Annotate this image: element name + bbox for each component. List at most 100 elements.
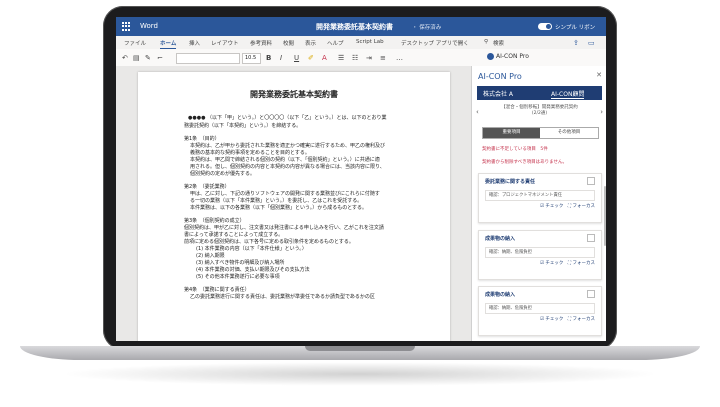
doc-line: ●●●● （以下「甲」という。）と〇〇〇〇（以下「乙」という。）とは、以下のとお… <box>188 115 387 121</box>
tab-other-items[interactable]: その他項目 <box>540 128 598 138</box>
doc-line: 前項に定める個別契約は、以下各号に定める取引条件を定めるものとする。 <box>184 239 354 245</box>
tab-search[interactable]: 検索 <box>493 39 504 47</box>
card-actions[interactable]: ☑ チェック ⛶ フォーカス <box>540 260 595 266</box>
doc-line: 甲は、乙に対し、下記の通りソフトウェアの開発に関する業務並びにこれらに付随す <box>190 191 380 197</box>
panel-header: AI-CON Pro <box>478 72 522 81</box>
delete-items-note: 契約書から削除すべき項目はありません。 <box>482 160 568 165</box>
font-color-icon[interactable]: A <box>322 54 327 62</box>
doc-line: 用される。但し、個別契約の内容と本契約の内容が異なる場合には、当該内容に限り、 <box>190 164 385 170</box>
document-area: 開発業務委託基本契約書 ●●●● （以下「甲」という。）と〇〇〇〇（以下「乙」と… <box>116 66 471 341</box>
word-screen: Word 開発業務委託基本契約書 ・ 保存済み シンプル リボン ファイル ホー… <box>116 17 606 341</box>
doc-line: 義務の基本的な契約事項を定めることを目的とする。 <box>190 150 310 156</box>
card-title: 成果物の納入 <box>485 292 516 298</box>
ai-con-addin-button[interactable]: AI-CON Pro <box>487 53 529 60</box>
tab-insert[interactable]: 挿入 <box>189 39 200 47</box>
doc-line: 第1条 （目的） <box>184 136 220 142</box>
contract-type: 【混合・個別移転】開発業務委託契約 (2/2通) <box>488 105 591 117</box>
card-actions[interactable]: ☑ チェック ⛶ フォーカス <box>540 316 595 322</box>
party-bar: 株式会社 A AI-CON顧問 <box>477 86 602 100</box>
doc-line: 本契約は、乙が甲から委託された業務を適正かつ確実に遂行するため、甲乙の権利及び <box>190 143 386 149</box>
doc-line: (5) その他本件業務遂行に必要な事項 <box>196 274 280 280</box>
indent-icon[interactable]: ⇥ <box>366 54 372 62</box>
title-bar: Word 開発業務委託基本契約書 ・ 保存済み シンプル リボン <box>116 17 606 36</box>
chevron-right-icon[interactable]: › <box>600 108 603 116</box>
comment-icon[interactable] <box>587 177 595 185</box>
undo-icon[interactable]: ↶ <box>122 54 128 62</box>
tab-script-lab[interactable]: Script Lab <box>356 39 384 45</box>
share-icon[interactable]: ⇪ <box>573 39 579 47</box>
comment-icon[interactable] <box>587 234 595 242</box>
card-actions[interactable]: ☑ チェック ⛶ フォーカス <box>540 203 595 209</box>
tab-layout[interactable]: レイアウト <box>211 39 239 47</box>
doc-line: (1) 本件業務の内容（以下「本件仕様」という。） <box>196 246 307 252</box>
ribbon-toolbar: ↶ ▤ ✎ ⌐ 10.5 B I U ✐ A ☰ ☷ ⇥ ≡ … AI-CON … <box>116 49 606 67</box>
doc-line: 個別契約の定めが優先する。 <box>190 171 256 177</box>
bullets-icon[interactable]: ☰ <box>338 54 344 62</box>
tab-references[interactable]: 参考資料 <box>250 39 272 47</box>
tab-home[interactable]: ホーム <box>160 39 177 49</box>
font-size-input[interactable]: 10.5 <box>242 53 261 64</box>
doc-line: 個別契約は、甲が乙に対し、注文書又は発注書による申し込みを行い、乙がこれを注文請 <box>184 225 384 231</box>
doc-line: 書によって承諾することによって成立する。 <box>184 232 284 238</box>
ribbon-tabs: ファイル ホーム 挿入 レイアウト 参考資料 校閲 表示 ヘルプ Script … <box>116 36 606 49</box>
card-body: 確認：プロジェクトマネジメント責任 <box>485 190 595 201</box>
comment-icon[interactable] <box>587 290 595 298</box>
card-body: 確認：納期、危険負担 <box>485 247 595 258</box>
document-page[interactable]: 開発業務委託基本契約書 ●●●● （以下「甲」という。）と〇〇〇〇（以下「乙」と… <box>138 72 450 341</box>
underline-button[interactable]: U <box>294 54 299 62</box>
doc-line: 第3条 （個別契約の成立） <box>184 218 245 224</box>
item-tabs: 重要項目 その他項目 <box>482 127 599 139</box>
doc-line: る一切の業務（以下「本件業務」という。）を委託し、乙はこれを受託する。 <box>190 198 363 204</box>
chevron-left-icon[interactable]: ‹ <box>476 108 479 116</box>
laptop-shadow <box>60 362 660 386</box>
ai-con-panel: AI-CON Pro ✕ 株式会社 A AI-CON顧問 ‹ 【混合・個別移転】… <box>471 66 606 341</box>
document-heading: 開発業務委託基本契約書 <box>250 90 338 99</box>
app-name: Word <box>140 22 158 30</box>
card-title: 委託業務に関する責任 <box>485 179 536 185</box>
doc-line: 務委託契約（以下「本契約」という。）を締結する。 <box>184 123 302 129</box>
paste-icon[interactable]: ▤ <box>133 54 140 62</box>
font-name-input[interactable] <box>176 53 240 64</box>
simple-ribbon-toggle[interactable] <box>538 23 552 30</box>
tab-open-desktop[interactable]: デスクトップ アプリで開く <box>401 39 469 47</box>
doc-line: 本契約は、甲乙間で締結される個別の契約（以下、「個別契約」という。）に共通に適 <box>190 157 380 163</box>
numbering-icon[interactable]: ☷ <box>352 54 358 62</box>
highlight-icon[interactable]: ✐ <box>308 54 314 62</box>
align-icon[interactable]: ≡ <box>380 54 386 62</box>
app-launcher-icon[interactable] <box>122 22 131 31</box>
panel-scrollbar[interactable] <box>604 186 606 246</box>
party-tab[interactable]: AI-CON顧問 <box>551 89 585 99</box>
clear-format-icon[interactable]: ✎ <box>145 54 151 62</box>
search-icon[interactable]: ⚲ <box>484 39 488 45</box>
card-body: 確認：納期、危険負担 <box>485 303 595 314</box>
italic-button[interactable]: I <box>280 54 282 62</box>
close-icon[interactable]: ✕ <box>596 71 602 79</box>
doc-line: (3) 納入すべき物件の明細及び納入場所 <box>196 260 285 266</box>
tab-help[interactable]: ヘルプ <box>327 39 344 47</box>
tab-file[interactable]: ファイル <box>124 39 146 47</box>
document-title[interactable]: 開発業務委託基本契約書 <box>316 22 393 32</box>
tab-review[interactable]: 校閲 <box>283 39 294 47</box>
contract-nav: ‹ 【混合・個別移転】開発業務委託契約 (2/2通) › <box>476 104 603 122</box>
card-title: 成果物の納入 <box>485 236 516 242</box>
doc-line: 本件業務は、以下の各業務（以下「個別業務」という。）から成るものとする。 <box>190 205 368 211</box>
laptop-notch <box>305 346 415 351</box>
check-card[interactable]: 委託業務に関する責任 確認：プロジェクトマネジメント責任 ☑ チェック ⛶ フォ… <box>478 173 602 223</box>
doc-line: (2) 納入期限 <box>196 253 225 259</box>
tab-main-items[interactable]: 重要項目 <box>483 128 540 138</box>
ai-con-addin-label: AI-CON Pro <box>496 53 529 60</box>
bold-button[interactable]: B <box>266 54 271 62</box>
simple-ribbon-label: シンプル リボン <box>555 25 596 31</box>
doc-line: (4) 本件業務の対価、支払い期限及びその支払方法 <box>196 267 310 273</box>
check-card[interactable]: 成果物の納入 確認：納期、危険負担 ☑ チェック ⛶ フォーカス <box>478 230 602 280</box>
ai-con-icon <box>487 53 494 60</box>
doc-line: 第4条 （業務に関する責任） <box>184 287 250 293</box>
more-options-icon[interactable]: … <box>396 54 403 62</box>
format-painter-icon[interactable]: ⌐ <box>157 54 163 62</box>
missing-items-warning[interactable]: 契約書に不足している項目 5件 <box>482 146 548 152</box>
check-card[interactable]: 成果物の納入 確認：納期、危険負担 ☑ チェック ⛶ フォーカス <box>478 286 602 336</box>
doc-line: 乙の委託業務遂行に関する責任は、委託業務が準委任であるか請負型であるかの区 <box>190 294 375 300</box>
tab-view[interactable]: 表示 <box>305 39 316 47</box>
comment-icon[interactable]: ▭ <box>588 39 595 47</box>
saved-status: ・ 保存済み <box>412 25 442 31</box>
